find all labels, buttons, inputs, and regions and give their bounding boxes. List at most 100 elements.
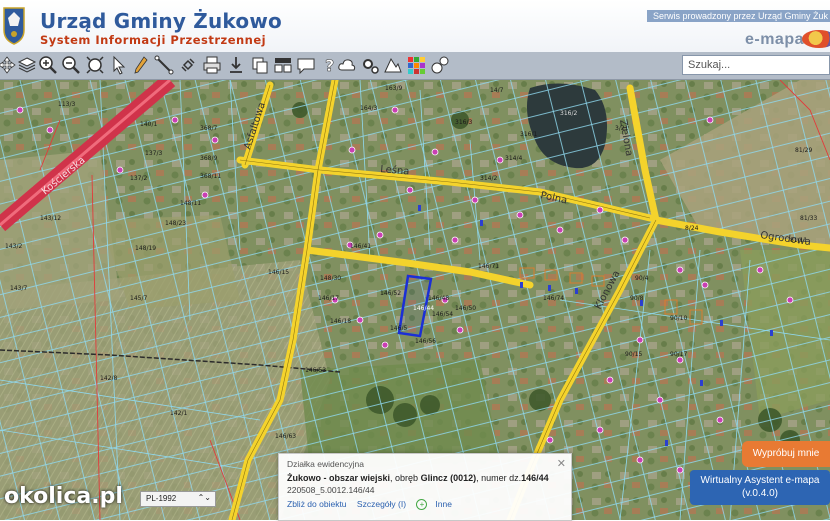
popup-location: Żukowo - obszar wiejski	[287, 473, 391, 483]
zoom-in-icon[interactable]	[38, 55, 58, 75]
parcel-label: 146/44	[413, 305, 434, 312]
parcel-label: 146/41	[350, 243, 371, 250]
virtual-assistant-button[interactable]: Wirtualny Asystent e-mapa (v.0.4.0)	[690, 470, 830, 505]
parcel-label: 368/11	[200, 173, 221, 180]
parcel-label: 90/8	[630, 295, 644, 302]
parcel-label: 146/54	[432, 311, 453, 318]
zoom-extent-icon[interactable]	[85, 55, 105, 75]
parcel-label: 148/19	[135, 245, 156, 252]
parcel-label: 137/2	[130, 175, 147, 182]
assistant-version: (v.0.4.0)	[742, 488, 778, 499]
crs-value: PL-1992	[146, 494, 177, 503]
parcel-label: 316/1	[520, 131, 537, 138]
parcel-label: 146/15	[268, 269, 289, 276]
close-icon[interactable]: ✕	[557, 457, 566, 470]
parcel-label: 314/2	[480, 175, 497, 182]
parcel-label: 148/23	[165, 220, 186, 227]
crs-select[interactable]: PL-1992 ⌃⌄	[140, 491, 216, 507]
parcel-label: 146/71	[478, 263, 499, 270]
download-icon[interactable]	[226, 55, 246, 75]
try-me-button[interactable]: Wypróbuj mnie	[742, 441, 830, 467]
popup-header: Działka ewidencyjna	[287, 459, 365, 469]
parcel-label: 316/3	[455, 119, 472, 126]
parcel-label: 8/24	[685, 225, 699, 232]
parcel-label: 81/33	[800, 215, 817, 222]
parcel-label: 143/2	[5, 243, 22, 250]
parcel-label: 368/9	[200, 155, 217, 162]
pan-icon[interactable]	[0, 55, 17, 75]
popup-number-prefix: , numer dz.	[476, 473, 522, 483]
popup-location-rest: , obręb	[390, 473, 421, 483]
settings-icon[interactable]	[360, 55, 380, 75]
layers-icon[interactable]	[17, 55, 37, 75]
measure-icon[interactable]	[154, 55, 174, 75]
other-link[interactable]: Inne	[435, 499, 452, 509]
parcel-label: 142/8	[100, 375, 117, 382]
parcel-label: 146/56	[415, 338, 436, 345]
parcel-label: 90/4	[635, 275, 649, 282]
parcel-label: 145/7	[130, 295, 147, 302]
parcel-label: 164/3	[360, 105, 377, 112]
zoom-to-object-link[interactable]: Zbliż do obiektu	[287, 499, 347, 509]
copy-icon[interactable]	[250, 55, 270, 75]
parcel-label: 148/11	[180, 200, 201, 207]
parcel-label: 146/63	[275, 433, 296, 440]
popup-identifier: 220508_5.0012.146/44	[287, 485, 375, 495]
popup-description: Żukowo - obszar wiejski, obręb Glincz (0…	[287, 473, 563, 483]
parcel-label: 146/48	[428, 295, 449, 302]
parcel-label: 368/7	[200, 125, 217, 132]
parcel-label: 143/7	[10, 285, 27, 292]
parcel-label: 142/1	[170, 410, 187, 417]
print-icon[interactable]	[202, 55, 222, 75]
popup-district: Glincz (0012)	[420, 473, 477, 483]
chevron-updown-icon: ⌃⌄	[197, 493, 211, 502]
svg-text:?: ?	[325, 56, 334, 75]
parcel-label: 146/50	[455, 305, 476, 312]
pencil-icon[interactable]	[131, 55, 151, 75]
locate-icon[interactable]	[430, 55, 450, 75]
parcel-label: 146/52	[380, 290, 401, 297]
parcel-label: 146/5	[390, 325, 407, 332]
toolbar: ? Szukaj...	[0, 52, 830, 80]
details-link[interactable]: Szczegóły (I)	[357, 499, 406, 509]
cloud-icon[interactable]	[337, 55, 357, 75]
parcel-label: 146/74	[543, 295, 564, 302]
header: Urząd Gminy Żukowo System Informacji Prz…	[0, 0, 830, 52]
comment-icon[interactable]	[296, 55, 316, 75]
brand-text: e-mapa	[744, 31, 804, 48]
parcel-label: 314/4	[505, 155, 522, 162]
watermark-logo: okolica.pl	[4, 484, 123, 509]
popup-parcel-number: 146/44	[521, 473, 549, 483]
parcel-label: 113/3	[58, 101, 75, 108]
layout-icon[interactable]	[273, 55, 293, 75]
parcel-label: 146/53	[305, 367, 326, 374]
zoom-out-icon[interactable]	[61, 55, 81, 75]
parcel-label: 81/11	[790, 237, 807, 244]
parcel-label: 81/29	[795, 147, 812, 154]
plus-icon[interactable]: +	[416, 499, 428, 510]
terrain-icon[interactable]	[383, 55, 403, 75]
parcel-label: 3/21	[615, 125, 629, 132]
parcel-label: 137/3	[145, 150, 162, 157]
street-label: Leśna	[380, 163, 410, 178]
parcel-label: 14/7	[490, 87, 504, 94]
emapa-logo-icon	[802, 30, 830, 48]
parcel-info-popup: Działka ewidencyjna ✕ Żukowo - obszar wi…	[278, 453, 572, 521]
parcel-label: 90/17	[670, 351, 687, 358]
parcel-label: 140/1	[140, 121, 157, 128]
color-grid-icon[interactable]	[406, 55, 426, 75]
select-arrow-icon[interactable]	[109, 55, 129, 75]
service-note: Serwis prowadzony przez Urząd Gminy Żuk	[646, 10, 830, 22]
popup-links: Zbliż do obiektu Szczegóły (I) + Inne	[287, 499, 563, 510]
page-title: Urząd Gminy Żukowo	[40, 9, 282, 33]
parcel-label: 146/17	[318, 295, 339, 302]
parcel-label: 148/30	[320, 275, 341, 282]
search-input[interactable]: Szukaj...	[682, 55, 830, 75]
crest-icon	[3, 7, 25, 45]
page-subtitle: System Informacji Przestrzennej	[40, 33, 267, 47]
parcel-label: 163/9	[385, 85, 402, 92]
parcel-label: 143/12	[40, 215, 61, 222]
link-icon[interactable]	[178, 55, 198, 75]
parcel-label: 316/2	[560, 110, 577, 117]
assistant-label: Wirtualny Asystent e-mapa	[700, 475, 820, 486]
